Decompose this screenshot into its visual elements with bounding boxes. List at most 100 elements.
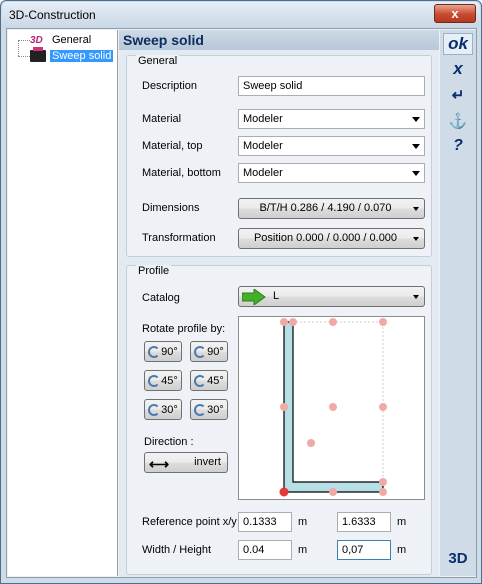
catalog-value: L	[273, 290, 280, 302]
tree-item-general[interactable]: 3D General	[30, 32, 93, 48]
tree-connector	[18, 56, 30, 57]
solid-icon	[30, 47, 46, 62]
tree-connector	[18, 40, 19, 56]
green-arrow-icon	[242, 289, 266, 305]
description-input[interactable]	[238, 76, 425, 96]
client-area: 3D General Sweep solid Sweep solid Gener…	[6, 28, 477, 578]
invert-label: invert	[194, 456, 221, 468]
chevron-down-icon	[413, 237, 419, 241]
rotate-value: 45°	[207, 374, 224, 387]
dimensions-button[interactable]: B/T/H 0.286 / 4.190 / 0.070	[238, 198, 425, 219]
profile-group-title: Profile	[136, 265, 172, 277]
anchor-icon[interactable]: ⚓	[443, 112, 473, 130]
snap-point	[329, 403, 337, 411]
tree-item-sweep-solid[interactable]: Sweep solid	[30, 47, 114, 64]
rotate-ccw-30-button[interactable]: 30°	[144, 399, 182, 420]
cancel-button[interactable]: x	[443, 59, 473, 79]
rotate-cw-45-button[interactable]: 45°	[190, 370, 228, 391]
rotate-left-icon	[148, 403, 161, 416]
unit-label: m	[298, 544, 308, 556]
rotate-right-icon	[194, 374, 207, 387]
width-height-label: Width / Height	[142, 544, 212, 556]
enter-icon[interactable]: ↵	[443, 86, 473, 104]
profile-preview[interactable]	[238, 316, 425, 500]
transformation-value: Position 0.000 / 0.000 / 0.000	[253, 232, 398, 244]
snap-point	[379, 478, 387, 486]
title-bar: 3D-Construction x	[2, 2, 480, 28]
profile-snap-points	[280, 318, 387, 496]
rotate-cw-30-button[interactable]: 30°	[190, 399, 228, 420]
width-input[interactable]	[238, 540, 292, 560]
snap-point	[379, 403, 387, 411]
tree-connector	[18, 40, 30, 41]
rotate-value: 90°	[207, 345, 224, 358]
rotate-value: 45°	[161, 374, 178, 387]
rotate-right-icon	[194, 345, 207, 358]
rotate-ccw-90-button[interactable]: 90°	[144, 341, 182, 362]
material-label: Material	[142, 113, 182, 125]
height-input[interactable]	[337, 540, 391, 560]
material-top-value: Modeler	[243, 140, 283, 152]
snap-point	[280, 318, 288, 326]
reference-y-input[interactable]	[337, 512, 391, 532]
snap-point	[280, 403, 288, 411]
chevron-down-icon	[412, 171, 420, 176]
profile-preview-canvas	[279, 318, 387, 497]
view-3d-button[interactable]: 3D	[443, 550, 473, 567]
material-bottom-value: Modeler	[243, 167, 283, 179]
help-button[interactable]: ?	[443, 137, 473, 155]
chevron-down-icon	[412, 117, 420, 122]
profile-group: Profile Catalog L Rotate profile by: 90°…	[126, 265, 432, 575]
material-top-select[interactable]: Modeler	[238, 136, 425, 156]
ok-button[interactable]: ok	[443, 33, 473, 55]
rotate-ccw-45-button[interactable]: 45°	[144, 370, 182, 391]
snap-point	[379, 488, 387, 496]
snap-point	[379, 318, 387, 326]
direction-label: Direction :	[144, 436, 194, 448]
general-group-title: General	[136, 55, 180, 67]
catalog-label: Catalog	[142, 292, 180, 304]
unit-label: m	[298, 516, 308, 528]
general-group: General Description Material Modeler Mat…	[126, 55, 432, 257]
dimensions-value: B/T/H 0.286 / 4.190 / 0.070	[259, 202, 392, 214]
properties-panel: General Description Material Modeler Mat…	[119, 50, 439, 577]
chevron-down-icon	[413, 207, 419, 211]
material-value: Modeler	[243, 113, 283, 125]
double-arrow-icon: ⟷	[149, 456, 170, 472]
rotate-right-icon	[194, 403, 207, 416]
snap-point	[289, 318, 297, 326]
rotate-value: 30°	[207, 403, 224, 416]
rotate-label: Rotate profile by:	[142, 323, 226, 335]
transformation-label: Transformation	[142, 232, 216, 244]
snap-point	[307, 439, 315, 447]
reference-x-input[interactable]	[238, 512, 292, 532]
window-title: 3D-Construction	[9, 8, 96, 22]
chevron-down-icon	[413, 295, 419, 299]
rotate-value: 30°	[161, 403, 178, 416]
tree-item-label: General	[52, 34, 92, 46]
rotate-left-icon	[148, 345, 161, 358]
reference-point-label: Reference point x/y	[142, 516, 237, 528]
catalog-button[interactable]: L	[238, 286, 425, 307]
tree-item-label: Sweep solid	[50, 50, 114, 62]
page-title: Sweep solid	[119, 30, 439, 50]
command-bar: ok x ↵ ⚓ ? 3D	[440, 30, 476, 576]
material-select[interactable]: Modeler	[238, 109, 425, 129]
chevron-down-icon	[412, 144, 420, 149]
reference-point	[279, 487, 289, 497]
close-button[interactable]: x	[434, 4, 476, 23]
structure-tree: 3D General Sweep solid	[8, 30, 118, 576]
3d-icon: 3D	[30, 34, 43, 46]
invert-button[interactable]: ⟷ invert	[144, 452, 228, 473]
material-bottom-label: Material, bottom	[142, 167, 221, 179]
snap-point	[329, 318, 337, 326]
description-label: Description	[142, 80, 198, 92]
dimensions-label: Dimensions	[142, 202, 200, 214]
rotate-value: 90°	[161, 345, 178, 358]
rotate-cw-90-button[interactable]: 90°	[190, 341, 228, 362]
snap-point	[329, 488, 337, 496]
material-bottom-select[interactable]: Modeler	[238, 163, 425, 183]
transformation-button[interactable]: Position 0.000 / 0.000 / 0.000	[238, 228, 425, 249]
dialog-window: 3D-Construction x 3D General Sweep solid…	[0, 0, 482, 584]
material-top-label: Material, top	[142, 140, 203, 152]
